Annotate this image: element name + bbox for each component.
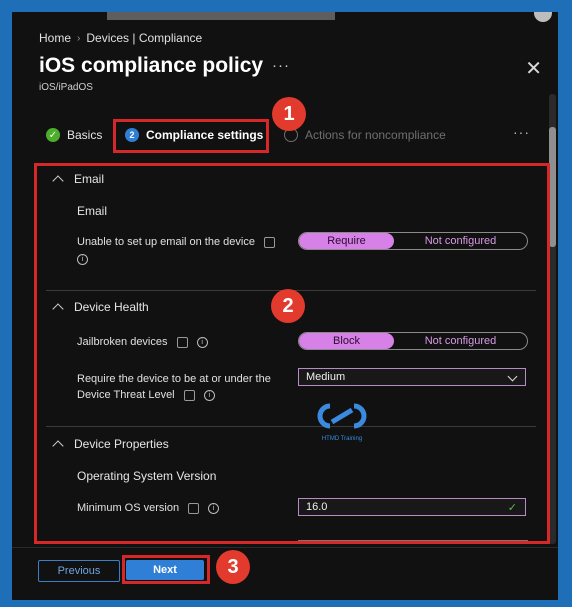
more-options-icon[interactable]: ··· <box>272 57 290 74</box>
breadcrumb-home[interactable]: Home <box>39 31 71 45</box>
highlight-settings-content <box>34 163 550 544</box>
top-strip <box>107 12 335 20</box>
breadcrumb-separator-icon: › <box>77 32 81 44</box>
breadcrumb: Home › Devices | Compliance <box>39 31 202 45</box>
page-title: iOS compliance policy <box>39 54 264 77</box>
callout-badge-1: 1 <box>272 97 306 131</box>
wizard-footer: Previous Next <box>12 547 558 600</box>
avatar[interactable] <box>534 12 552 22</box>
highlight-compliance-tab <box>113 119 269 153</box>
tab-basics-label: Basics <box>67 128 103 142</box>
check-icon: ✓ <box>46 128 60 142</box>
tab-actions-label: Actions for noncompliance <box>305 128 446 142</box>
callout-badge-3: 3 <box>216 550 250 584</box>
close-icon[interactable]: ✕ <box>525 56 542 81</box>
breadcrumb-devices-compliance[interactable]: Devices | Compliance <box>86 31 202 45</box>
page-subtitle: iOS/iPadOS <box>39 82 93 93</box>
callout-badge-2: 2 <box>271 289 305 323</box>
tab-basics[interactable]: ✓ Basics <box>46 128 102 142</box>
tabs-more-icon[interactable]: ··· <box>513 124 530 140</box>
previous-button[interactable]: Previous <box>38 560 120 582</box>
scrollbar-thumb[interactable] <box>549 127 556 247</box>
tab-actions-noncompliance[interactable]: Actions for noncompliance <box>284 128 446 142</box>
highlight-next-button <box>122 555 210 584</box>
